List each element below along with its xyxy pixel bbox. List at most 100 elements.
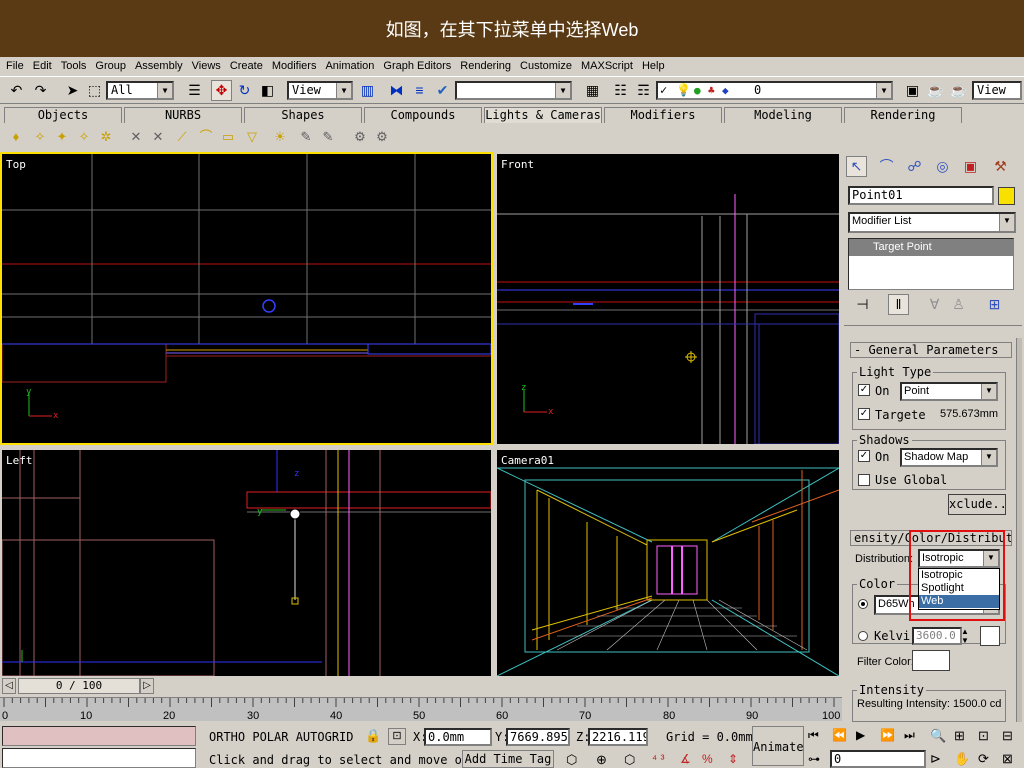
tab-lights-cameras[interactable]: Lights & Cameras: [484, 107, 602, 123]
current-frame-field[interactable]: 0: [830, 750, 926, 768]
kelvin-color-swatch[interactable]: [980, 626, 1000, 646]
exclude-button[interactable]: xclude..: [948, 494, 1007, 515]
viewport-left[interactable]: y z Left: [2, 450, 491, 676]
utilities-tab-icon[interactable]: ⚒: [990, 156, 1011, 177]
selection-filter-dropdown[interactable]: All ▼: [106, 81, 174, 100]
target-camera-icon[interactable]: ✕: [126, 128, 146, 146]
viewport-front[interactable]: z x Front: [497, 154, 839, 444]
free-spot-icon[interactable]: ✧: [30, 128, 50, 146]
transform-mode-icon[interactable]: ⊡: [388, 728, 406, 745]
rotate-icon[interactable]: ↻: [234, 80, 255, 101]
motion-tab-icon[interactable]: ◎: [932, 156, 953, 177]
tab-compounds[interactable]: Compounds: [364, 107, 482, 123]
add-time-tag-button[interactable]: Add Time Tag: [462, 750, 554, 768]
tab-objects[interactable]: Objects: [4, 107, 122, 123]
select-by-name-icon[interactable]: ☰: [184, 80, 205, 101]
filter-color-swatch[interactable]: [912, 650, 950, 671]
create-tab-icon[interactable]: ↖: [846, 156, 867, 177]
menu-modifiers[interactable]: Modifiers: [272, 60, 317, 72]
goto-start-icon[interactable]: ⏮: [808, 728, 819, 743]
omni-icon[interactable]: ✲: [96, 128, 116, 146]
target-direct-icon[interactable]: ✦: [52, 128, 72, 146]
camera-match-icon[interactable]: ⚙: [372, 128, 392, 146]
menu-create[interactable]: Create: [230, 60, 263, 72]
shadow-type-dropdown[interactable]: Shadow Map ▼: [900, 448, 998, 467]
zoom-icon[interactable]: 🔍: [930, 728, 946, 744]
viewport-label-front[interactable]: Front: [501, 158, 534, 171]
layer-manager-icon[interactable]: ☷: [610, 80, 631, 101]
maximize-viewport-icon[interactable]: ⊠: [1002, 751, 1013, 767]
light-type-dropdown[interactable]: Point ▼: [900, 382, 998, 401]
scale-icon[interactable]: ◧: [257, 80, 278, 101]
orbit-icon[interactable]: ⟳: [978, 751, 989, 767]
shadows-on-checkbox[interactable]: ✓: [858, 450, 870, 462]
viewport-camera[interactable]: Camera01: [497, 450, 839, 676]
select-region-icon[interactable]: ⬚: [84, 80, 105, 101]
snap-icon[interactable]: ⁴ ³: [652, 752, 665, 766]
kelvin-field[interactable]: 3600.0: [912, 627, 962, 645]
object-color-swatch[interactable]: [998, 187, 1015, 205]
menu-animation[interactable]: Animation: [325, 60, 374, 72]
spinner-snap-icon[interactable]: ⇕: [728, 752, 738, 766]
light-on-checkbox[interactable]: ✓: [858, 384, 870, 396]
mirror-icon[interactable]: ⧓: [386, 80, 407, 101]
viewport-label-left[interactable]: Left: [6, 454, 33, 467]
make-unique-icon[interactable]: ∀: [924, 294, 945, 315]
zoom-extents-icon[interactable]: ⊡: [978, 728, 989, 744]
angle-snap-icon[interactable]: ∡: [680, 752, 691, 766]
general-parameters-rollout[interactable]: - General Parameters: [850, 342, 1012, 358]
render-view-field[interactable]: View: [972, 81, 1022, 100]
maxscript-listener[interactable]: [2, 726, 196, 746]
free-camera-icon[interactable]: ✕: [148, 128, 168, 146]
undo-icon[interactable]: ↶: [6, 80, 27, 101]
prev-frame-icon[interactable]: ⏪: [832, 728, 847, 742]
percent-snap-icon[interactable]: %: [702, 752, 713, 766]
show-end-result-icon[interactable]: ‖: [888, 294, 909, 315]
tab-shapes[interactable]: Shapes: [244, 107, 362, 123]
menu-file[interactable]: File: [6, 60, 24, 72]
x-coordinate-field[interactable]: 0.0mm: [424, 728, 492, 746]
linear-light-icon[interactable]: ▭: [218, 128, 238, 146]
object-name-field[interactable]: Point01: [848, 186, 994, 205]
next-frame-icon[interactable]: ⏩: [880, 728, 895, 742]
track-view-icon[interactable]: ▦: [582, 80, 603, 101]
modifier-stack[interactable]: Target Point: [848, 238, 1014, 290]
z-coordinate-field[interactable]: 2216.119: [588, 728, 648, 746]
lighting-analysis-icon[interactable]: ⚙: [350, 128, 370, 146]
goto-end-icon[interactable]: ⏭: [904, 728, 915, 743]
align-icon[interactable]: ≡: [409, 80, 430, 101]
animate-button[interactable]: Animate: [752, 726, 804, 766]
color-preset-radio[interactable]: [858, 599, 868, 609]
tab-modifiers[interactable]: Modifiers: [604, 107, 722, 123]
selection-lock-icon[interactable]: ⊕: [596, 752, 607, 768]
quick-render-icon[interactable]: ☕: [948, 80, 969, 101]
tab-modeling[interactable]: Modeling: [724, 107, 842, 123]
daylight-icon[interactable]: ✎: [318, 128, 338, 146]
zoom-all-icon[interactable]: ⊞: [954, 728, 965, 744]
box-icon[interactable]: ⬡: [624, 752, 635, 768]
tab-rendering[interactable]: Rendering: [844, 107, 962, 123]
target-point-icon[interactable]: ▽: [242, 128, 262, 146]
viewport-top[interactable]: y x Top: [0, 152, 493, 445]
move-icon[interactable]: ✥: [211, 80, 232, 101]
menu-graph-editors[interactable]: Graph Editors: [383, 60, 451, 72]
key-mode-icon[interactable]: ⬡: [566, 752, 577, 768]
area-light-icon[interactable]: ⌒: [196, 128, 216, 146]
display-tab-icon[interactable]: ▣: [960, 156, 981, 177]
play-icon[interactable]: ▶: [856, 728, 865, 742]
zoom-extents-all-icon[interactable]: ⊟: [1002, 728, 1013, 744]
menu-customize[interactable]: Customize: [520, 60, 572, 72]
menu-tools[interactable]: Tools: [61, 60, 87, 72]
remove-modifier-icon[interactable]: ♙: [948, 294, 969, 315]
named-selection-icon[interactable]: ✔: [432, 80, 453, 101]
field-of-view-icon[interactable]: ⊳: [930, 751, 941, 767]
sunlight-icon[interactable]: ☀: [270, 128, 290, 146]
menu-rendering[interactable]: Rendering: [460, 60, 511, 72]
modifier-stack-item[interactable]: Target Point: [849, 239, 1013, 256]
time-next-icon[interactable]: ▷: [140, 678, 154, 694]
pin-stack-icon[interactable]: ⊣: [852, 294, 873, 315]
modifier-list-dropdown[interactable]: Modifier List ▼: [848, 212, 1016, 233]
hierarchy-tab-icon[interactable]: ☍: [904, 156, 925, 177]
time-slider-thumb[interactable]: 0 / 100: [18, 678, 140, 694]
redo-icon[interactable]: ↷: [30, 80, 51, 101]
